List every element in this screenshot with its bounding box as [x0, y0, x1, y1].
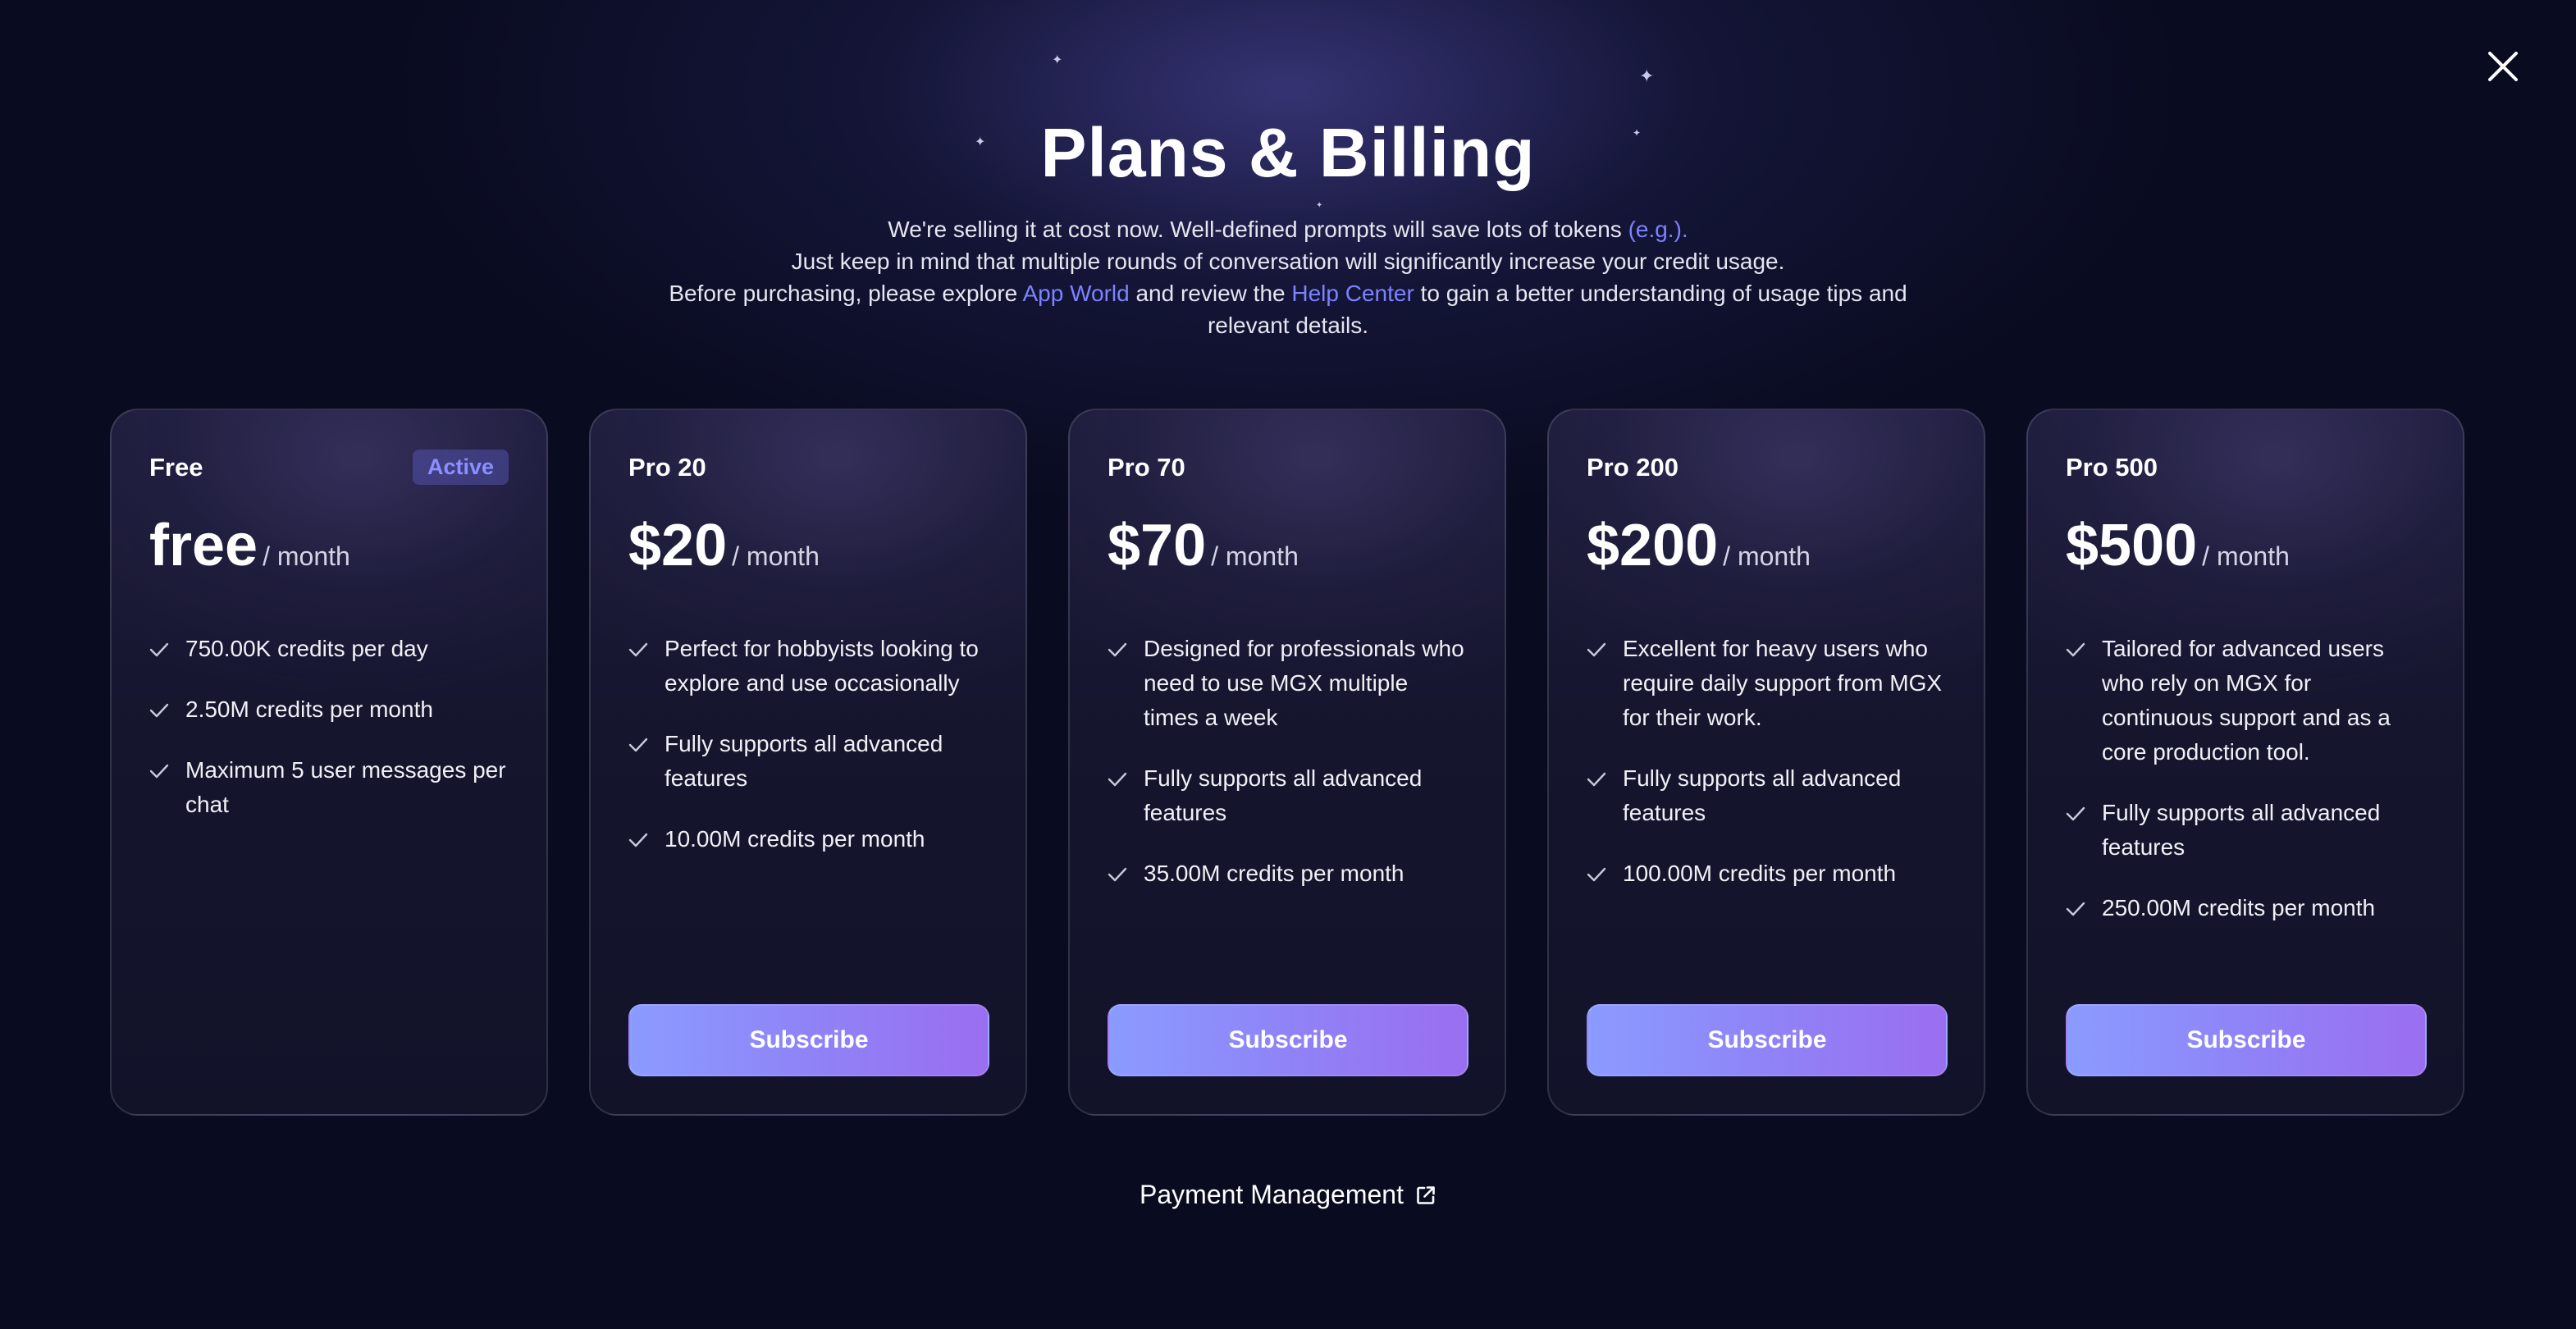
check-icon	[1587, 642, 1606, 657]
check-icon	[1108, 772, 1127, 787]
feature-text: Fully supports all advanced features	[1623, 765, 1902, 825]
price-row: $20/ month	[628, 512, 820, 579]
feature-text: Designed for professionals who need to u…	[1144, 636, 1464, 730]
feature-text: 2.50M credits per month	[185, 696, 433, 722]
check-icon	[1587, 867, 1606, 882]
plan-card-pro-20: Pro 20 $20/ month Perfect for hobbyists …	[589, 409, 1027, 1116]
plan-price: free	[149, 513, 258, 578]
plan-period: / month	[1723, 541, 1811, 571]
sparkle-icon: ✦	[1639, 66, 1655, 86]
plan-price: $20	[628, 513, 728, 578]
feature-item: Fully supports all advanced features	[1587, 761, 1948, 830]
subtitle-text: Just keep in mind that multiple rounds o…	[791, 249, 1785, 274]
feature-text: Perfect for hobbyists looking to explore…	[665, 636, 979, 696]
plan-price: $200	[1587, 513, 1719, 578]
help-center-link[interactable]: Help Center	[1291, 281, 1414, 306]
feature-text: Maximum 5 user messages per chat	[185, 757, 506, 817]
feature-text: 35.00M credits per month	[1144, 861, 1404, 886]
feature-text: 250.00M credits per month	[2102, 895, 2376, 920]
subtitle-text: and review the	[1129, 281, 1292, 306]
plan-card-free: Free Active free / month 750.00K credits …	[110, 409, 548, 1116]
feature-item: Fully supports all advanced features	[628, 727, 989, 796]
price-row: $200/ month	[1587, 512, 1811, 579]
check-icon	[628, 738, 648, 752]
feature-item: Designed for professionals who need to u…	[1108, 632, 1468, 735]
active-badge: Active	[412, 450, 509, 485]
plan-name: Free	[149, 453, 203, 482]
feature-item: Excellent for heavy users who require da…	[1587, 632, 1948, 735]
external-link-icon	[1417, 1186, 1435, 1204]
sparkle-icon: ✦	[1052, 53, 1063, 67]
plan-period: / month	[732, 541, 820, 571]
feature-item: 100.00M credits per month	[1587, 856, 1948, 891]
feature-list: Excellent for heavy users who require da…	[1587, 632, 1948, 917]
example-link[interactable]: (e.g.).	[1628, 217, 1688, 242]
payment-management-label: Payment Management	[1140, 1180, 1404, 1209]
subtitle-text: relevant details.	[1207, 313, 1369, 338]
price-row: $70/ month	[1108, 512, 1299, 579]
subtitle-text: to gain a better understanding of usage …	[1414, 281, 1907, 306]
check-icon	[149, 764, 169, 779]
feature-text: 100.00M credits per month	[1623, 861, 1897, 886]
check-icon	[149, 642, 169, 657]
feature-item: 35.00M credits per month	[1108, 856, 1468, 891]
plan-card-pro-500: Pro 500 $500/ month Tailored for advance…	[2026, 409, 2464, 1116]
check-icon	[1108, 867, 1127, 882]
check-icon	[1108, 642, 1127, 657]
feature-list: Designed for professionals who need to u…	[1108, 632, 1468, 917]
close-icon[interactable]	[2482, 46, 2523, 87]
feature-list: Tailored for advanced users who rely on …	[2066, 632, 2427, 952]
page-subtitle: We're selling it at cost now. Well-defin…	[0, 213, 2576, 341]
payment-management-link[interactable]: Payment Management	[0, 1180, 2576, 1210]
check-icon	[628, 833, 648, 847]
check-icon	[2066, 902, 2085, 916]
subscribe-button[interactable]: Subscribe	[628, 1004, 989, 1076]
page-title: Plans & Billing	[1040, 114, 1536, 191]
subscribe-button[interactable]: Subscribe	[2066, 1004, 2427, 1076]
plan-price: $500	[2066, 513, 2198, 578]
check-icon	[2066, 806, 2085, 821]
feature-text: Fully supports all advanced features	[2102, 800, 2381, 860]
feature-text: Fully supports all advanced features	[1144, 765, 1423, 825]
plan-period: / month	[2202, 541, 2290, 571]
feature-text: 10.00M credits per month	[665, 826, 925, 852]
check-icon	[149, 703, 169, 718]
subtitle-text: Before purchasing, please explore	[669, 281, 1023, 306]
subtitle-text: We're selling it at cost now. Well-defin…	[888, 217, 1628, 242]
feature-item: Perfect for hobbyists looking to explore…	[628, 632, 989, 701]
feature-text: 750.00K credits per day	[185, 636, 428, 661]
feature-list: Perfect for hobbyists looking to explore…	[628, 632, 989, 883]
price-row: free / month	[149, 512, 350, 579]
price-row: $500/ month	[2066, 512, 2290, 579]
check-icon	[2066, 642, 2085, 657]
plan-name: Pro 500	[2066, 453, 2158, 482]
sparkle-icon: ✦	[1316, 201, 1323, 210]
feature-list: 750.00K credits per day 2.50M credits pe…	[149, 632, 510, 848]
plan-name: Pro 20	[628, 453, 706, 482]
feature-item: Fully supports all advanced features	[1108, 761, 1468, 830]
check-icon	[628, 642, 648, 657]
feature-item: 10.00M credits per month	[628, 822, 989, 856]
plan-price: $70	[1108, 513, 1207, 578]
plan-period: / month	[263, 541, 350, 571]
subscribe-button[interactable]: Subscribe	[1587, 1004, 1948, 1076]
feature-item: 250.00M credits per month	[2066, 891, 2427, 925]
plan-name: Pro 70	[1108, 453, 1185, 482]
plan-name: Pro 200	[1587, 453, 1679, 482]
check-icon	[1587, 772, 1606, 787]
feature-item: Tailored for advanced users who rely on …	[2066, 632, 2427, 770]
feature-item: Maximum 5 user messages per chat	[149, 753, 510, 822]
feature-text: Fully supports all advanced features	[665, 731, 943, 791]
app-world-link[interactable]: App World	[1022, 281, 1129, 306]
feature-item: 2.50M credits per month	[149, 692, 510, 727]
feature-text: Excellent for heavy users who require da…	[1623, 636, 1943, 730]
plan-period: / month	[1211, 541, 1299, 571]
plan-card-pro-70: Pro 70 $70/ month Designed for professio…	[1068, 409, 1506, 1116]
plan-card-pro-200: Pro 200 $200/ month Excellent for heavy …	[1547, 409, 1985, 1116]
feature-text: Tailored for advanced users who rely on …	[2102, 636, 2391, 765]
feature-item: 750.00K credits per day	[149, 632, 510, 666]
feature-item: Fully supports all advanced features	[2066, 796, 2427, 865]
subscribe-button[interactable]: Subscribe	[1108, 1004, 1468, 1076]
